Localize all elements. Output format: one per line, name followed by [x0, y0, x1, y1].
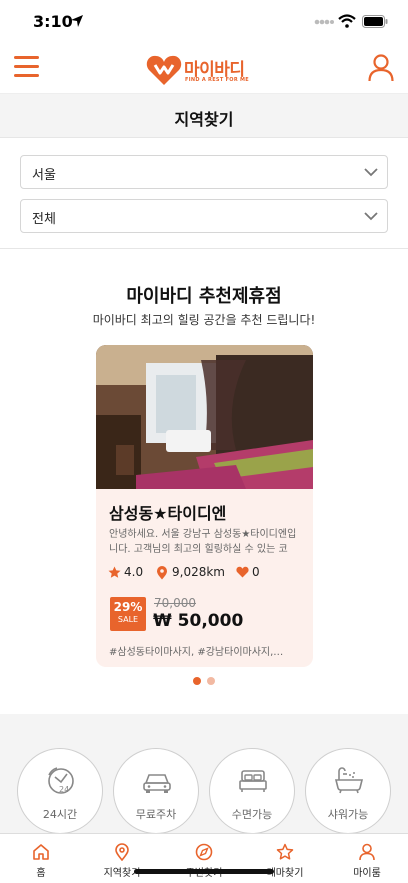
- sale-label: SALE: [117, 615, 139, 624]
- home-icon: [33, 844, 49, 860]
- divider: [0, 248, 408, 249]
- theme-label: 24시간: [42, 808, 78, 821]
- likes-count: 0: [252, 565, 260, 579]
- car-icon: [143, 774, 171, 793]
- store-card[interactable]: 삼성동★타이디엔 안녕하세요. 서울 강남구 삼성동★타이디엔입니다. 고객님의…: [96, 345, 313, 667]
- sale-badge: 29% SALE: [110, 597, 146, 631]
- store-meta: 4.0 9,028km 0: [108, 565, 308, 581]
- theme-section: 24 24시간 무료주차 수면가능 샤워가능: [0, 714, 408, 836]
- chevron-down-icon: [364, 212, 378, 221]
- store-description: 안녕하세요. 서울 강남구 삼성동★타이디엔입니다. 고객님의 최고의 힐링하실…: [109, 529, 297, 555]
- theme-label: 무료주차: [135, 808, 177, 821]
- theme-label: 샤워가능: [327, 808, 369, 821]
- store-name: 삼성동★타이디엔: [109, 504, 227, 523]
- page-title: 지역찾기: [174, 110, 234, 129]
- discount-percent: 29%: [113, 600, 143, 614]
- bathtub-icon: [334, 767, 364, 794]
- hashtags: #삼성동타이마사지, #강남타이마사지,…: [109, 647, 284, 658]
- menu-button[interactable]: [14, 56, 39, 80]
- logo-tagline: FIND A REST FOR ME: [185, 77, 250, 83]
- theme-parking-button[interactable]: 무료주차: [113, 748, 199, 834]
- theme-24h-button[interactable]: 24 24시간: [17, 748, 103, 834]
- signal-dots-icon: [314, 19, 334, 25]
- tab-my-room[interactable]: 마이룸: [326, 834, 408, 883]
- carousel-dots: [193, 677, 217, 685]
- menu-bar-icon: [14, 65, 39, 68]
- bed-icon: [239, 770, 267, 792]
- heart-logo-icon: [146, 55, 182, 85]
- page-title-bar: 지역찾기: [0, 94, 408, 138]
- svg-text:24: 24: [59, 785, 69, 794]
- heart-icon: [236, 566, 249, 578]
- wifi-icon: [338, 14, 356, 28]
- home-indicator: [134, 869, 274, 874]
- menu-bar-icon: [14, 74, 39, 77]
- map-pin-icon: [115, 843, 129, 861]
- app-header: 마이바디 FIND A REST FOR ME: [0, 44, 408, 94]
- theme-label: 수면가능: [231, 808, 273, 821]
- recommend-title: 마이바디 추천제휴점: [126, 286, 282, 307]
- status-time: 3:10: [33, 12, 73, 31]
- menu-bar-icon: [14, 56, 39, 59]
- tab-label: 마이룸: [353, 868, 381, 879]
- original-price: 70,000: [154, 596, 196, 610]
- tab-nearby-search[interactable]: 주변찾기: [163, 834, 245, 883]
- battery-icon: [362, 15, 388, 28]
- bottom-tab-bar: 홈 지역찾기 주변찾기 테마찾기 마이룸: [0, 833, 408, 883]
- theme-sleep-button[interactable]: 수면가능: [209, 748, 295, 834]
- rating-value: 4.0: [124, 565, 144, 579]
- theme-shower-button[interactable]: 샤워가능: [305, 748, 391, 834]
- location-pin-icon: [157, 566, 167, 580]
- logo[interactable]: 마이바디 FIND A REST FOR ME: [146, 52, 264, 88]
- carousel-dot[interactable]: [207, 677, 215, 685]
- chevron-down-icon: [364, 168, 378, 177]
- sale-price: ₩ 50,000: [153, 611, 244, 631]
- person-icon: [359, 843, 375, 861]
- recommend-subtitle: 마이바디 최고의 힐링 공간을 추천 드립니다!: [92, 313, 316, 327]
- status-bar: 3:10: [0, 0, 408, 44]
- clock-24-icon: 24: [48, 767, 74, 794]
- tab-region-search[interactable]: 지역찾기: [81, 834, 163, 883]
- star-icon: [276, 843, 294, 860]
- district-select-value: 전체: [32, 212, 56, 227]
- star-icon: [108, 566, 121, 578]
- user-profile-icon[interactable]: [368, 54, 394, 82]
- region-select-value: 서울: [32, 168, 56, 183]
- tab-label: 홈: [36, 868, 46, 879]
- district-select[interactable]: 전체: [20, 199, 388, 233]
- location-arrow-icon: [71, 15, 83, 27]
- store-photo: [96, 345, 313, 489]
- distance-value: 9,028km: [172, 565, 225, 579]
- region-select[interactable]: 서울: [20, 155, 388, 189]
- tab-home[interactable]: 홈: [0, 834, 82, 883]
- compass-icon: [195, 843, 213, 861]
- carousel-dot-active[interactable]: [193, 677, 201, 685]
- tab-theme-search[interactable]: 테마찾기: [244, 834, 326, 883]
